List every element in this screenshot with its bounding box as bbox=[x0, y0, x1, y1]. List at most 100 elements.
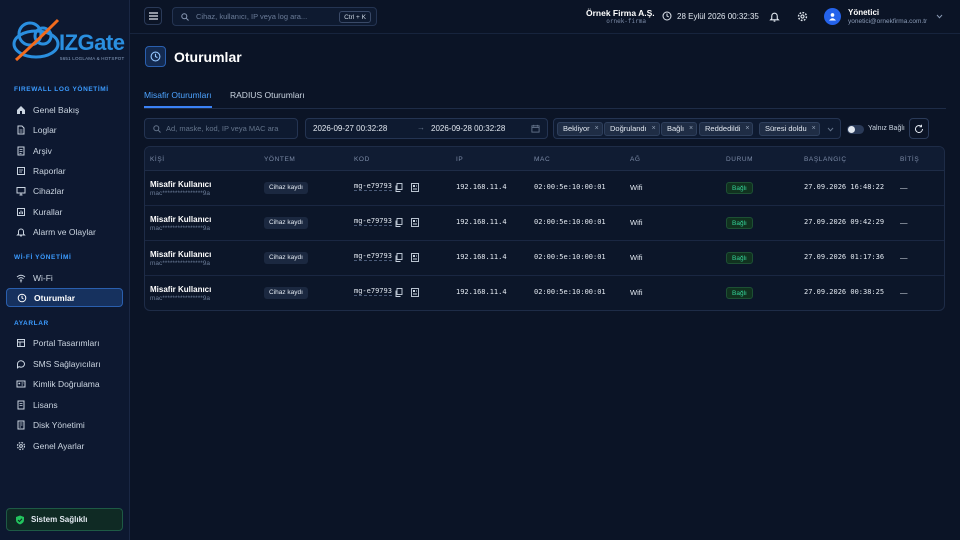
sidebar-item-arsiv[interactable]: Arşiv bbox=[6, 141, 123, 160]
date-to[interactable]: 2026-09-28 00:32:28 bbox=[431, 124, 505, 133]
monitor-icon bbox=[16, 186, 26, 195]
session-search-placeholder: Ad, maske, kod, IP veya MAC ara bbox=[166, 124, 279, 133]
sidebar-item-disk[interactable]: Disk Yönetimi bbox=[6, 415, 123, 434]
qr-code-icon[interactable] bbox=[411, 183, 419, 192]
network-name: Wifi bbox=[630, 253, 643, 262]
notification-bell-icon[interactable] bbox=[769, 11, 780, 22]
copy-icon[interactable] bbox=[395, 253, 403, 262]
sidebar-item-raporlar[interactable]: Raporlar bbox=[6, 161, 123, 180]
tab-radius-oturumlari[interactable]: RADIUS Oturumları bbox=[230, 90, 305, 106]
session-code: mg-e79793 bbox=[354, 217, 392, 226]
network-name: Wifi bbox=[630, 183, 643, 192]
sidebar-item-kurallar[interactable]: Kurallar bbox=[6, 202, 123, 221]
global-search-placeholder: Cihaz, kullanıcı, IP veya log ara... bbox=[196, 12, 308, 21]
disk-icon bbox=[17, 420, 25, 429]
close-icon[interactable]: × bbox=[745, 123, 749, 135]
calendar-icon[interactable] bbox=[531, 124, 540, 133]
date-from[interactable]: 2026-09-27 00:32:28 bbox=[313, 124, 387, 133]
table-row[interactable]: Misafir Kullanıcı mac****************9a … bbox=[145, 171, 944, 206]
end-time: — bbox=[900, 288, 908, 297]
datetime-text: 28 Eylül 2026 00:32:35 bbox=[677, 11, 759, 21]
refresh-icon bbox=[915, 124, 924, 133]
column-header[interactable]: MAC bbox=[534, 156, 550, 163]
date-range-picker[interactable]: 2026-09-27 00:32:28 → 2026-09-28 00:32:2… bbox=[305, 118, 548, 139]
sidebar-item-sms[interactable]: SMS Sağlayıcıları bbox=[6, 354, 123, 373]
table-row[interactable]: Misafir Kullanıcı mac****************9a … bbox=[145, 276, 944, 310]
close-icon[interactable]: × bbox=[652, 123, 656, 135]
sidebar-item-genel-bakis[interactable]: Genel Bakış bbox=[6, 100, 123, 119]
sidebar-item-label: Arşiv bbox=[33, 145, 52, 156]
refresh-button[interactable] bbox=[909, 118, 929, 139]
sidebar-item-label: Raporlar bbox=[33, 165, 66, 176]
qr-code-icon[interactable] bbox=[411, 288, 419, 297]
column-header[interactable]: KOD bbox=[354, 156, 370, 163]
global-search-input[interactable]: Cihaz, kullanıcı, IP veya log ara... Ctr… bbox=[172, 7, 377, 26]
ip-address: 192.168.11.4 bbox=[456, 253, 507, 261]
close-icon[interactable]: × bbox=[689, 123, 693, 135]
sidebar-item-cihazlar[interactable]: Cihazlar bbox=[6, 181, 123, 200]
sidebar-item-label: Oturumlar bbox=[34, 292, 76, 303]
sidebar-item-genel-ayarlar[interactable]: Genel Ayarlar bbox=[6, 436, 123, 455]
guest-identifier: mac****************9a bbox=[150, 225, 210, 232]
close-icon[interactable]: × bbox=[595, 123, 599, 135]
start-time: 27.09.2026 09:42:29 bbox=[804, 218, 885, 226]
only-connected-toggle[interactable] bbox=[847, 125, 864, 134]
shortcut-hint: Ctrl + K bbox=[339, 11, 371, 23]
bell-icon bbox=[16, 228, 26, 236]
copy-icon[interactable] bbox=[395, 218, 403, 227]
status-chip[interactable]: Bekliyor × bbox=[557, 122, 603, 136]
session-code: mg-e79793 bbox=[354, 287, 392, 296]
session-search-input[interactable]: Ad, maske, kod, IP veya MAC ara bbox=[144, 118, 298, 139]
archive-icon bbox=[17, 146, 25, 155]
column-header[interactable]: KİŞİ bbox=[150, 156, 165, 163]
menu-toggle-button[interactable] bbox=[144, 7, 162, 25]
status-chip[interactable]: Bağlı × bbox=[661, 122, 698, 136]
company-switcher[interactable]: Örnek Firma A.Ş. ornek-firma bbox=[586, 8, 655, 25]
sidebar-item-wifi[interactable]: Wi-Fi bbox=[6, 268, 123, 287]
sidebar-item-lisans[interactable]: Lisans bbox=[6, 395, 123, 414]
column-header[interactable]: IP bbox=[456, 156, 463, 163]
status-chip[interactable]: Reddedildi × bbox=[699, 122, 754, 136]
column-header[interactable]: DURUM bbox=[726, 156, 753, 163]
section-firewall: FIREWALL LOG YÖNETİMİ bbox=[14, 86, 109, 93]
sidebar-item-alarm[interactable]: Alarm ve Olaylar bbox=[6, 222, 123, 241]
chevron-down-icon[interactable] bbox=[936, 13, 943, 20]
user-name[interactable]: Yönetici bbox=[848, 8, 879, 17]
table-row[interactable]: Misafir Kullanıcı mac****************9a … bbox=[145, 241, 944, 276]
copy-icon[interactable] bbox=[395, 183, 403, 192]
status-chip[interactable]: Süresi doldu × bbox=[759, 122, 820, 136]
only-connected-label: Yalnız Bağlı bbox=[868, 125, 905, 132]
qr-code-icon[interactable] bbox=[411, 253, 419, 262]
sidebar-item-label: Genel Bakış bbox=[33, 104, 80, 115]
sidebar-item-portal[interactable]: Portal Tasarımları bbox=[6, 333, 123, 352]
chevron-down-icon[interactable] bbox=[827, 126, 834, 133]
session-tabs: Misafir Oturumları RADIUS Oturumları bbox=[144, 84, 946, 109]
status-chip[interactable]: Doğrulandı × bbox=[604, 122, 660, 136]
sidebar-item-kimlik[interactable]: Kimlik Doğrulama bbox=[6, 374, 123, 393]
section-settings: AYARLAR bbox=[14, 320, 49, 327]
page-icon bbox=[145, 46, 166, 67]
copy-icon[interactable] bbox=[395, 288, 403, 297]
network-name: Wifi bbox=[630, 218, 643, 227]
table-row[interactable]: Misafir Kullanıcı mac****************9a … bbox=[145, 206, 944, 241]
brand-name: IZGate bbox=[59, 30, 125, 55]
sessions-table: KİŞİ YÖNTEM KOD IP MAC AĞ DURUM BAŞLANGI… bbox=[144, 146, 945, 311]
status-filter-select[interactable]: Bekliyor × Doğrulandı × Bağlı × Reddedildi ×… bbox=[553, 118, 841, 139]
system-health-badge[interactable]: Sistem Sağlıklı bbox=[6, 508, 123, 531]
sidebar-item-loglar[interactable]: Loglar bbox=[6, 120, 123, 139]
user-avatar[interactable] bbox=[824, 8, 841, 25]
qr-code-icon[interactable] bbox=[411, 218, 419, 227]
guest-name: Misafir Kullanıcı bbox=[150, 285, 212, 294]
settings-gear-icon[interactable] bbox=[797, 11, 808, 22]
ip-address: 192.168.11.4 bbox=[456, 183, 507, 191]
column-header[interactable]: YÖNTEM bbox=[264, 156, 295, 163]
sidebar-item-oturumlar[interactable]: Oturumlar bbox=[6, 288, 123, 307]
close-icon[interactable]: × bbox=[812, 123, 816, 135]
brand-logo[interactable]: IZGate 5651 LOGLAMA & HOTSPOT bbox=[10, 10, 125, 68]
column-header[interactable]: AĞ bbox=[630, 156, 641, 163]
tab-misafir-oturumlari[interactable]: Misafir Oturumları bbox=[144, 90, 212, 108]
column-header[interactable]: BAŞLANGIÇ bbox=[804, 156, 847, 163]
method-badge: Cihaz kaydı bbox=[264, 217, 308, 229]
column-header[interactable]: BİTİŞ bbox=[900, 156, 919, 163]
sidebar-item-label: Portal Tasarımları bbox=[33, 337, 100, 348]
